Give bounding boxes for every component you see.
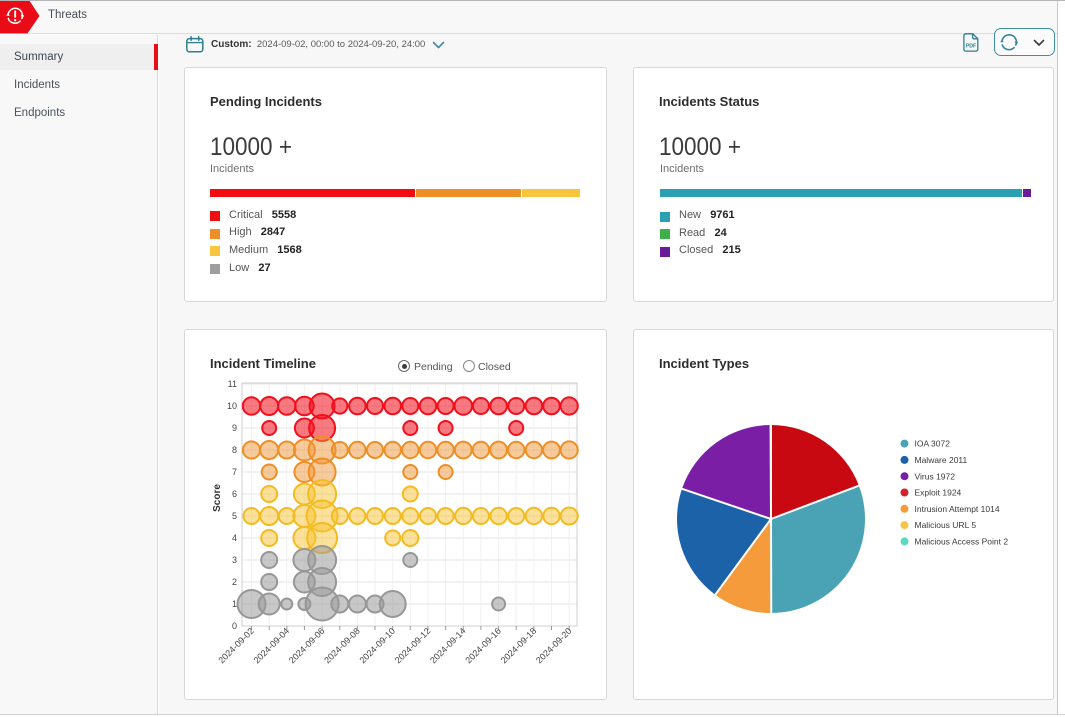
svg-text:2024-09-02: 2024-09-02 xyxy=(216,626,256,666)
svg-text:Virus 1972: Virus 1972 xyxy=(915,471,956,481)
svg-text:8: 8 xyxy=(232,445,237,455)
svg-text:9: 9 xyxy=(232,423,237,433)
svg-text:10: 10 xyxy=(227,401,237,411)
svg-text:2024-09-20: 2024-09-20 xyxy=(534,626,574,666)
svg-text:Intrusion Attempt 1014: Intrusion Attempt 1014 xyxy=(915,504,1000,514)
svg-text:Exploit 1924: Exploit 1924 xyxy=(915,488,962,498)
svg-text:2024-09-16: 2024-09-16 xyxy=(463,626,503,666)
svg-text:3: 3 xyxy=(232,555,237,565)
svg-text:Malware 2011: Malware 2011 xyxy=(915,455,968,465)
svg-text:PDF: PDF xyxy=(966,44,976,50)
svg-text:2024-09-04: 2024-09-04 xyxy=(252,626,292,666)
svg-text:Score: Score xyxy=(212,484,223,512)
svg-text:5: 5 xyxy=(232,511,237,521)
svg-text:2024-09-14: 2024-09-14 xyxy=(428,626,468,666)
svg-text:4: 4 xyxy=(232,533,237,543)
svg-text:2024-09-10: 2024-09-10 xyxy=(357,626,397,666)
svg-text:6: 6 xyxy=(232,489,237,499)
svg-text:IOA 3072: IOA 3072 xyxy=(915,439,951,449)
svg-text:11: 11 xyxy=(228,379,237,389)
svg-text:2024-09-12: 2024-09-12 xyxy=(393,626,433,666)
svg-text:7: 7 xyxy=(232,467,237,477)
svg-text:Malicious Access Point 2: Malicious Access Point 2 xyxy=(915,537,1009,547)
svg-text:2024-09-18: 2024-09-18 xyxy=(499,626,539,666)
svg-text:Malicious URL 5: Malicious URL 5 xyxy=(915,520,977,530)
svg-text:1: 1 xyxy=(232,599,237,609)
svg-text:2: 2 xyxy=(232,577,237,587)
svg-text:2024-09-08: 2024-09-08 xyxy=(322,626,362,666)
svg-text:0: 0 xyxy=(232,621,237,631)
svg-text:2024-09-06: 2024-09-06 xyxy=(287,626,327,666)
